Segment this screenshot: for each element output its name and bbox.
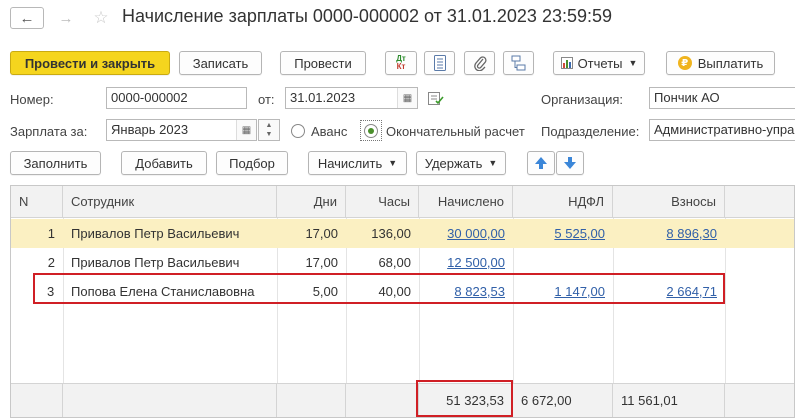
dt-kt-icon: Дт Кт bbox=[396, 54, 406, 71]
number-label: Номер: bbox=[10, 92, 54, 107]
advance-radio[interactable] bbox=[291, 124, 305, 138]
list-icon bbox=[433, 55, 446, 71]
arrow-up-icon bbox=[535, 157, 547, 169]
salary-period-field[interactable]: Январь 2023 ▦ bbox=[106, 119, 257, 141]
reports-label: Отчеты bbox=[577, 55, 623, 71]
number-field[interactable]: 0000-000002 bbox=[106, 87, 247, 109]
document-status-icon[interactable] bbox=[428, 92, 444, 106]
ndfl-link[interactable]: 5 525,00 bbox=[554, 226, 605, 241]
department-label: Подразделение: bbox=[541, 124, 640, 139]
move-down-button[interactable] bbox=[556, 151, 584, 175]
save-button[interactable]: Записать bbox=[179, 51, 262, 75]
total-contributions: 11 561,01 bbox=[613, 384, 725, 417]
arrow-down-icon bbox=[564, 157, 576, 169]
paperclip-icon bbox=[473, 56, 487, 71]
column-header-employee[interactable]: Сотрудник bbox=[63, 186, 277, 217]
chevron-down-icon[interactable]: ▼ bbox=[266, 130, 273, 139]
attach-button[interactable] bbox=[464, 51, 495, 75]
column-header-days[interactable]: Дни bbox=[277, 186, 346, 217]
department-field[interactable]: Административно-упра bbox=[649, 119, 795, 141]
accrue-label: Начислить bbox=[317, 155, 383, 171]
days-cell: 17,00 bbox=[305, 226, 338, 241]
total-highlight-box bbox=[416, 380, 513, 417]
date-value: 31.01.2023 bbox=[290, 90, 356, 105]
fill-button[interactable]: Заполнить bbox=[10, 151, 101, 175]
move-up-button[interactable] bbox=[527, 151, 555, 175]
forward-button[interactable]: → bbox=[55, 7, 77, 29]
accrued-link[interactable]: 12 500,00 bbox=[447, 255, 505, 270]
calendar-icon[interactable]: ▦ bbox=[236, 120, 256, 140]
table-header: N Сотрудник Дни Часы Начислено НДФЛ Взно… bbox=[11, 186, 794, 218]
arrow-right-icon: → bbox=[58, 9, 74, 27]
withhold-label: Удержать bbox=[424, 155, 483, 171]
chevron-down-icon: ▼ bbox=[628, 58, 638, 68]
total-ndfl: 6 672,00 bbox=[513, 384, 613, 417]
reports-button[interactable]: Отчеты ▼ bbox=[553, 51, 645, 75]
contributions-link[interactable]: 8 896,30 bbox=[666, 226, 717, 241]
salary-period-value: Январь 2023 bbox=[111, 122, 189, 137]
page-title: Начисление зарплаты 0000-000002 от 31.01… bbox=[122, 6, 613, 26]
dt-kt-button[interactable]: Дт Кт bbox=[385, 51, 417, 75]
star-icon: ☆ bbox=[93, 8, 109, 27]
final-calc-label: Окончательный расчет bbox=[386, 124, 525, 139]
table-row[interactable]: 1 Привалов Петр Васильевич 17,00 136,00 … bbox=[11, 219, 794, 248]
column-header-n[interactable]: N bbox=[11, 186, 63, 217]
post-button[interactable]: Провести bbox=[280, 51, 366, 75]
back-button[interactable]: ← bbox=[10, 7, 44, 29]
chevron-up-icon[interactable]: ▲ bbox=[266, 121, 273, 130]
chevron-down-icon: ▼ bbox=[488, 158, 498, 168]
favorite-button[interactable]: ☆ bbox=[90, 7, 112, 29]
organization-label: Организация: bbox=[541, 92, 624, 107]
accrue-button[interactable]: Начислить ▼ bbox=[308, 151, 407, 175]
row-number: 1 bbox=[47, 226, 55, 241]
period-stepper[interactable]: ▲ ▼ bbox=[258, 119, 280, 141]
final-calc-radio[interactable] bbox=[364, 124, 378, 138]
add-button[interactable]: Добавить bbox=[121, 151, 207, 175]
accrued-link[interactable]: 30 000,00 bbox=[447, 226, 505, 241]
organization-field[interactable]: Пончик АО bbox=[649, 87, 795, 109]
chevron-down-icon: ▼ bbox=[388, 158, 398, 168]
ruble-coin-icon: ₽ bbox=[677, 56, 692, 70]
calendar-icon[interactable]: ▦ bbox=[397, 88, 417, 108]
column-header-ndfl[interactable]: НДФЛ bbox=[513, 186, 613, 217]
row-highlight-box bbox=[33, 273, 725, 304]
pick-button[interactable]: Подбор bbox=[216, 151, 288, 175]
pay-button[interactable]: ₽ Выплатить bbox=[666, 51, 775, 75]
column-header-contributions[interactable]: Взносы bbox=[613, 186, 725, 217]
bar-chart-icon bbox=[560, 57, 573, 69]
post-and-close-button[interactable]: Провести и закрыть bbox=[10, 51, 170, 75]
column-header-hours[interactable]: Часы bbox=[346, 186, 419, 217]
date-field[interactable]: 31.01.2023 ▦ bbox=[285, 87, 418, 109]
date-label: от: bbox=[258, 92, 275, 107]
hours-cell: 136,00 bbox=[371, 226, 411, 241]
salary-period-label: Зарплата за: bbox=[10, 124, 88, 139]
employee-cell: Привалов Петр Васильевич bbox=[71, 226, 240, 241]
document-list-button[interactable] bbox=[424, 51, 455, 75]
arrow-left-icon: ← bbox=[19, 9, 35, 27]
pay-label: Выплатить bbox=[697, 55, 764, 71]
advance-label: Аванс bbox=[311, 124, 348, 139]
column-header-accrued[interactable]: Начислено bbox=[419, 186, 513, 217]
structure-button[interactable] bbox=[503, 51, 534, 75]
table-footer-totals: 51 323,53 6 672,00 11 561,01 bbox=[11, 383, 794, 417]
hierarchy-icon bbox=[511, 55, 525, 71]
withhold-button[interactable]: Удержать ▼ bbox=[416, 151, 506, 175]
